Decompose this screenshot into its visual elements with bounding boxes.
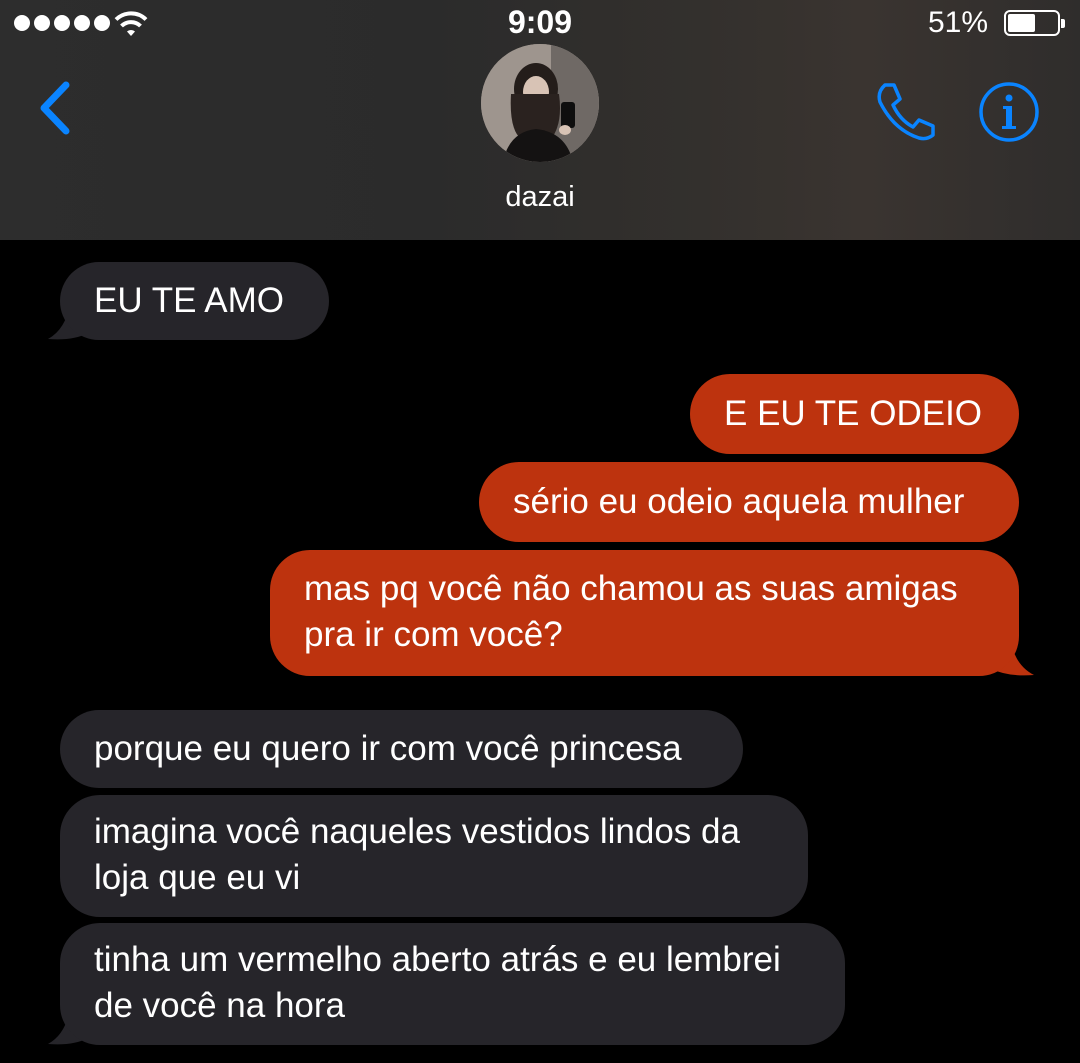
message-bubble-outgoing[interactable]: E EU TE ODEIO: [690, 374, 1019, 454]
message-bubble-incoming[interactable]: imagina você naqueles vestidos lindos da…: [60, 795, 808, 917]
message-bubble-incoming[interactable]: tinha um vermelho aberto atrás e eu lemb…: [60, 923, 845, 1045]
message-text-line: tinha um vermelho aberto atrás e eu lemb…: [94, 940, 781, 979]
contact-name[interactable]: dazai: [0, 181, 1080, 214]
message-text-line: loja que eu vi: [94, 858, 301, 897]
battery-icon: [1004, 10, 1065, 36]
message-bubble-outgoing[interactable]: sério eu odeio aquela mulher: [479, 462, 1019, 542]
message-text: EU TE AMO: [94, 281, 284, 320]
message-text-line: mas pq você não chamou as suas amigas: [304, 569, 958, 608]
message-thread[interactable]: EU TE AMO E EU TE ODEIO sério eu odeio a…: [0, 240, 1080, 1063]
message-text: sério eu odeio aquela mulher: [513, 482, 965, 521]
contact-avatar[interactable]: [481, 44, 599, 162]
message-bubble-incoming[interactable]: porque eu quero ir com você princesa: [60, 710, 743, 788]
message-text-line: de você na hora: [94, 986, 346, 1025]
status-bar: 9:09 51%: [0, 0, 1080, 50]
message-text: E EU TE ODEIO: [724, 394, 983, 433]
message-text: porque eu quero ir com você princesa: [94, 729, 682, 768]
phone-icon[interactable]: [872, 80, 938, 142]
message-bubble-incoming[interactable]: EU TE AMO: [60, 262, 329, 340]
battery-percent: 51%: [927, 6, 988, 39]
message-text-line: imagina você naqueles vestidos lindos da: [94, 812, 740, 851]
conversation-header: 9:09 51% dazai: [0, 0, 1080, 240]
status-time: 9:09: [507, 4, 573, 40]
message-text-line: pra ir com você?: [304, 615, 563, 654]
avatar-photo: [481, 44, 599, 162]
info-icon[interactable]: [978, 81, 1040, 143]
back-chevron-icon[interactable]: [36, 80, 76, 136]
message-bubble-outgoing[interactable]: mas pq você não chamou as suas amigas pr…: [270, 550, 1019, 676]
